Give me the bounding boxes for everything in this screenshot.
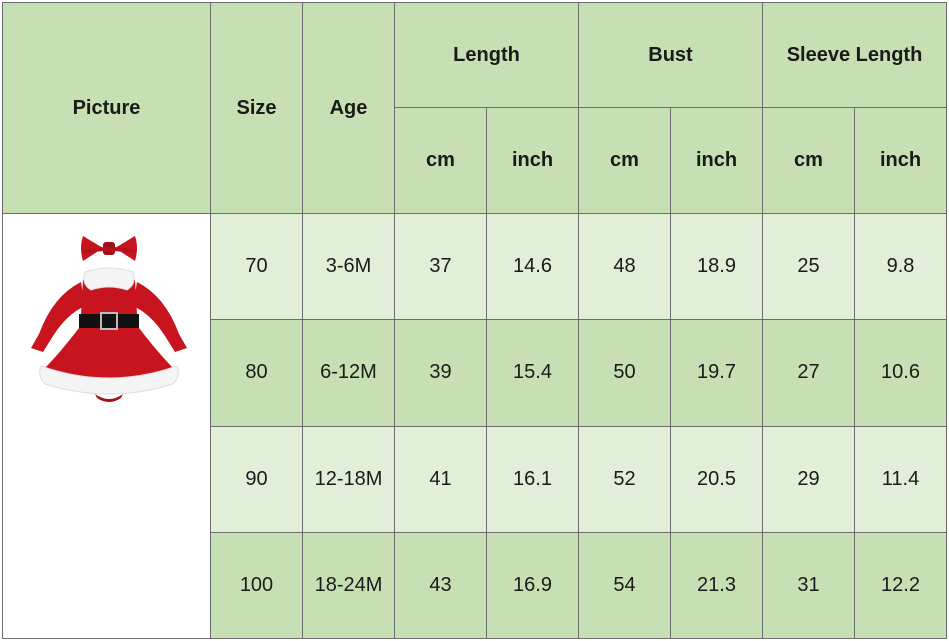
santa-dress-image xyxy=(31,236,187,402)
unit-length-inch: inch xyxy=(486,107,579,214)
bust-inch-cell: 19.7 xyxy=(670,319,763,427)
bust-inch-cell: 18.9 xyxy=(670,212,763,321)
header-size: Size xyxy=(210,2,303,214)
length-inch-cell: 16.1 xyxy=(486,425,579,533)
sleeve-cm-cell: 31 xyxy=(762,531,855,640)
age-cell: 12-18M xyxy=(302,425,395,533)
product-picture-cell xyxy=(2,213,211,639)
age-cell: 18-24M xyxy=(302,531,395,640)
header-age: Age xyxy=(302,2,395,214)
header-sleeve-length: Sleeve Length xyxy=(762,2,947,108)
length-cm-cell: 43 xyxy=(394,531,487,640)
header-picture: Picture xyxy=(2,2,211,214)
header-bust: Bust xyxy=(578,2,763,108)
sleeve-inch-cell: 11.4 xyxy=(854,425,947,533)
length-inch-cell: 14.6 xyxy=(486,212,579,321)
length-cm-cell: 39 xyxy=(394,319,487,427)
table-row: 70 3-6M 37 14.6 48 18.9 25 9.8 xyxy=(2,212,947,639)
size-cell: 90 xyxy=(210,425,303,533)
sleeve-inch-cell: 9.8 xyxy=(854,212,947,321)
unit-bust-inch: inch xyxy=(670,107,763,214)
sleeve-inch-cell: 10.6 xyxy=(854,319,947,427)
size-cell: 80 xyxy=(210,319,303,427)
bust-cm-cell: 50 xyxy=(578,319,671,427)
size-chart-table: Picture Size Age Length Bust Sleeve Leng… xyxy=(2,2,947,640)
unit-sleeve-cm: cm xyxy=(762,107,855,214)
sleeve-cm-cell: 29 xyxy=(762,425,855,533)
length-cm-cell: 41 xyxy=(394,425,487,533)
length-cm-cell: 37 xyxy=(394,212,487,321)
unit-bust-cm: cm xyxy=(578,107,671,214)
bust-inch-cell: 20.5 xyxy=(670,425,763,533)
header-length: Length xyxy=(394,2,579,108)
length-inch-cell: 15.4 xyxy=(486,319,579,427)
age-cell: 6-12M xyxy=(302,319,395,427)
sleeve-inch-cell: 12.2 xyxy=(854,531,947,640)
sleeve-cm-cell: 25 xyxy=(762,212,855,321)
unit-sleeve-inch: inch xyxy=(854,107,947,214)
bust-cm-cell: 48 xyxy=(578,212,671,321)
length-inch-cell: 16.9 xyxy=(486,531,579,640)
unit-length-cm: cm xyxy=(394,107,487,214)
size-cell: 100 xyxy=(210,531,303,640)
age-cell: 3-6M xyxy=(302,212,395,321)
bust-inch-cell: 21.3 xyxy=(670,531,763,640)
header-row: Picture Size Age Length Bust Sleeve Leng… xyxy=(2,2,947,214)
sleeve-cm-cell: 27 xyxy=(762,319,855,427)
bust-cm-cell: 52 xyxy=(578,425,671,533)
bust-cm-cell: 54 xyxy=(578,531,671,640)
size-cell: 70 xyxy=(210,212,303,321)
